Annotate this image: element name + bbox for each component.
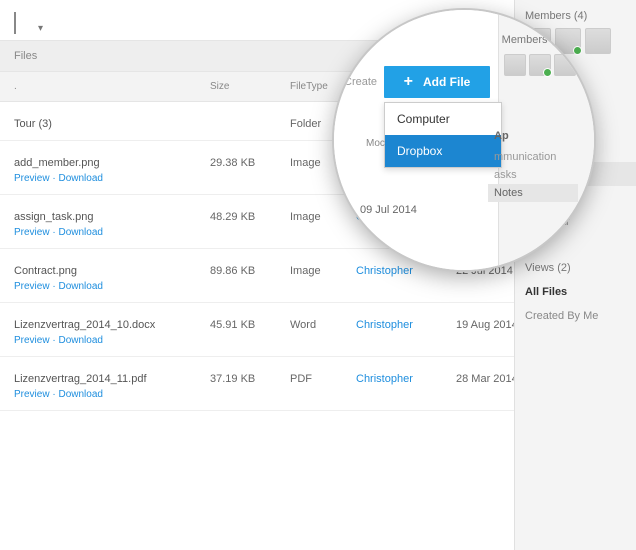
download-link[interactable]: Download (58, 281, 102, 292)
title-cursor (14, 12, 20, 34)
sidebar-item-communication[interactable]: mmunication (494, 148, 578, 166)
chevron-down-icon[interactable]: ▾ (38, 23, 43, 34)
row-actions: Preview · Download (14, 227, 210, 238)
file-name: Lizenzvertrag_2014_10.docx (14, 319, 210, 331)
magnifier-callout: Create + Add File Computer Dropbox Moc 0… (334, 10, 594, 270)
row-actions: Preview · Download (14, 173, 210, 184)
file-size: 48.29 KB (210, 211, 290, 238)
download-link[interactable]: Download (58, 335, 102, 346)
file-name: Tour (3) (14, 118, 210, 130)
col-modifiedby-partial: Moc (366, 138, 385, 149)
file-name: assign_task.png (14, 211, 210, 223)
file-type: Word (290, 319, 356, 346)
row-actions: Preview · Download (14, 389, 210, 400)
file-size: 37.19 KB (210, 373, 290, 400)
sidebar-nav: Ap mmunication asks Notes (494, 130, 578, 202)
download-link[interactable]: Download (58, 173, 102, 184)
sidebar-view-all-files[interactable]: All Files (515, 280, 636, 304)
file-type: PDF (290, 373, 356, 400)
row-actions: Preview · Download (14, 335, 210, 346)
file-size: 29.38 KB (210, 157, 290, 184)
members-header: Members (4) (502, 34, 564, 46)
file-name: Lizenzvertrag_2014_11.pdf (14, 373, 210, 385)
col-name[interactable]: . (14, 81, 210, 92)
sidebar-item-notes[interactable]: Notes (488, 184, 578, 202)
avatar[interactable] (554, 54, 576, 76)
file-date: 28 Mar 2014 (456, 373, 520, 400)
file-size: 89.86 KB (210, 265, 290, 292)
preview-link[interactable]: Preview (14, 335, 50, 346)
add-file-button[interactable]: + Add File (384, 66, 490, 98)
modified-by-link[interactable]: Christopher (356, 319, 456, 346)
add-file-label: Add File (423, 75, 470, 89)
file-name: add_member.png (14, 157, 210, 169)
sidebar-view-created-by-me[interactable]: Created By Me (515, 304, 636, 328)
file-name: Contract.png (14, 265, 210, 277)
sidebar-group-header: Ap (494, 130, 578, 142)
preview-link[interactable]: Preview (14, 227, 50, 238)
tab-files[interactable]: Files (14, 50, 37, 62)
file-date: 19 Aug 2014 (456, 319, 520, 346)
menu-item-computer[interactable]: Computer (385, 103, 501, 135)
menu-item-dropbox[interactable]: Dropbox (385, 135, 501, 167)
sidebar-item-tasks[interactable]: asks (494, 166, 578, 184)
preview-link[interactable]: Preview (14, 389, 50, 400)
table-row[interactable]: Lizenzvertrag_2014_11.pdf Preview · Downl… (0, 357, 520, 411)
avatar[interactable] (529, 54, 551, 76)
download-link[interactable]: Download (58, 227, 102, 238)
modified-by-link[interactable]: Christopher (356, 373, 456, 400)
table-row[interactable]: Lizenzvertrag_2014_10.docx Preview · Down… (0, 303, 520, 357)
preview-link[interactable]: Preview (14, 281, 50, 292)
file-size (210, 118, 290, 130)
file-size: 45.91 KB (210, 319, 290, 346)
download-link[interactable]: Download (58, 389, 102, 400)
member-avatars (504, 54, 576, 76)
add-file-menu: Computer Dropbox (384, 102, 502, 168)
sidebar-views: All Files Created By Me (515, 280, 636, 328)
row-actions: Preview · Download (14, 281, 210, 292)
plus-icon: + (404, 74, 413, 90)
create-label-partial: Create (344, 76, 377, 88)
col-size[interactable]: Size (210, 81, 290, 92)
avatar[interactable] (504, 54, 526, 76)
callout-date: 09 Jul 2014 (360, 204, 417, 216)
preview-link[interactable]: Preview (14, 173, 50, 184)
